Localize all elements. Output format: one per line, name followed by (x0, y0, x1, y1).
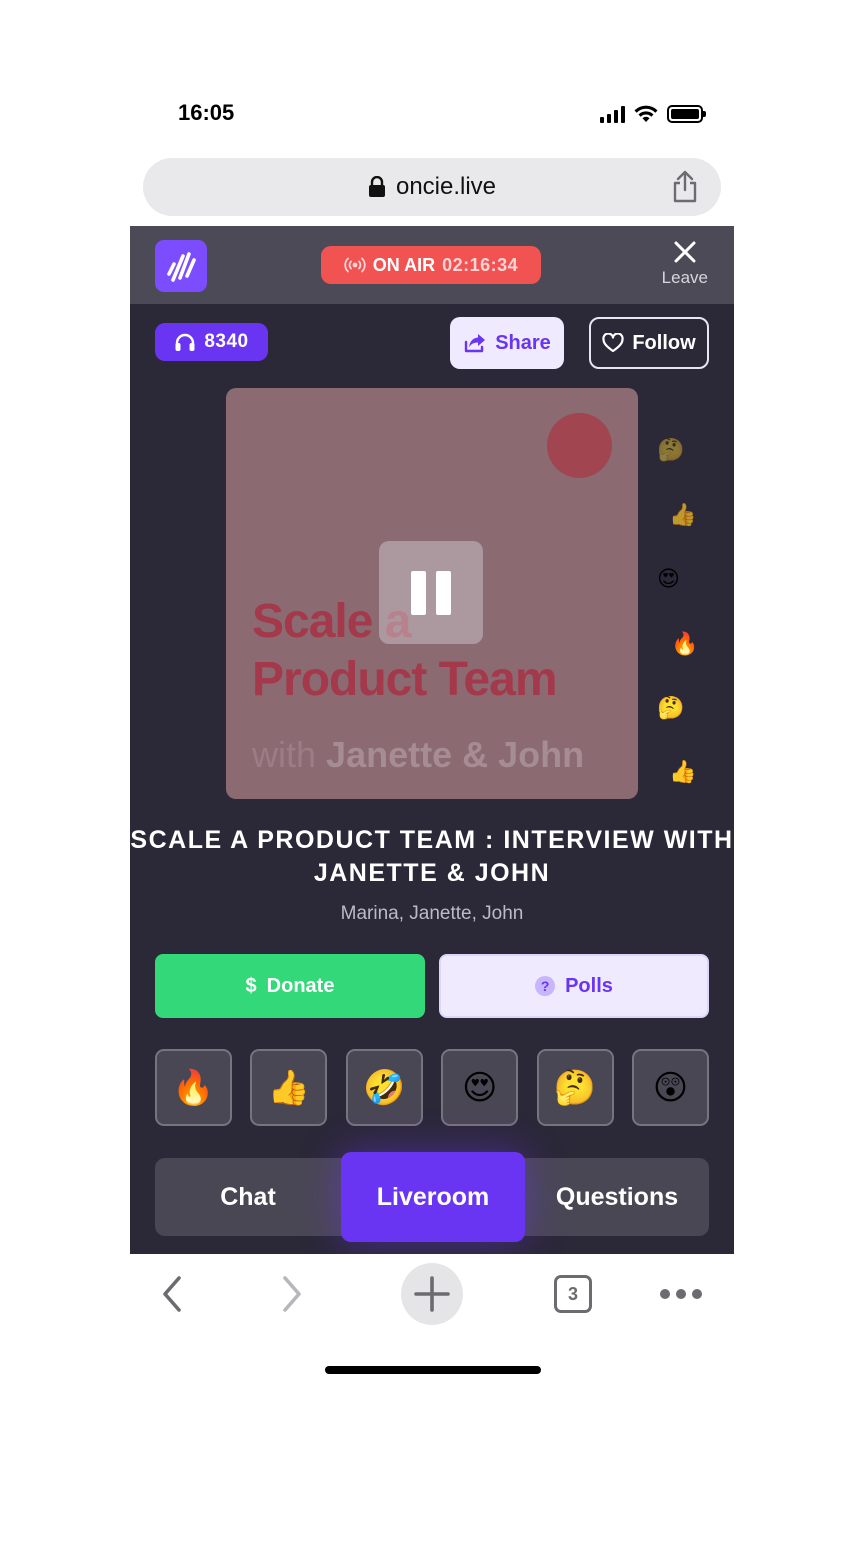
on-air-badge: ON AIR 02:16:34 (321, 246, 541, 284)
leave-label: Leave (661, 268, 708, 287)
dollar-icon: $ (245, 974, 257, 997)
reaction-heart-eyes-button[interactable]: 😍 (441, 1049, 519, 1126)
tab-liveroom[interactable]: Liveroom (341, 1152, 525, 1242)
reaction-thumbs-up-button[interactable]: 👍 (250, 1049, 328, 1126)
tab-chat[interactable]: Chat (155, 1158, 341, 1236)
share-label: Share (495, 331, 551, 354)
chevron-left-icon (163, 1276, 181, 1312)
floating-reaction: 🤔 (657, 438, 685, 463)
signal-icon (600, 105, 625, 123)
floating-reaction: 😍 (657, 567, 680, 592)
url-text: oncie.live (395, 173, 497, 200)
share-icon (465, 334, 486, 353)
heart-icon (602, 333, 624, 353)
tab-count: 3 (554, 1275, 592, 1313)
home-indicator (325, 1366, 541, 1374)
episode-cover: Scale a Product Team with Janette & John (226, 388, 638, 799)
pause-icon-bar (411, 570, 426, 615)
reaction-thinking-button[interactable]: 🤔 (536, 1049, 614, 1126)
address-bar[interactable]: oncie.live (143, 158, 721, 216)
wifi-icon (634, 105, 658, 122)
cover-subtitle: with Janette & John (252, 734, 584, 776)
reaction-bar: 🔥 👍 🤣 😍 🤔 😲 (155, 1049, 709, 1126)
pause-icon-bar (436, 570, 451, 615)
battery-icon (667, 105, 706, 123)
tabs-button[interactable]: 3 (553, 1254, 593, 1334)
leave-button[interactable]: Leave (662, 240, 708, 288)
headphones-icon (175, 333, 195, 351)
on-air-timer: 02:16:34 (442, 254, 519, 275)
chevron-right-icon (283, 1276, 301, 1312)
reaction-astonished-button[interactable]: 😲 (631, 1049, 709, 1126)
show-title: SCALE A PRODUCT TEAM : INTERVIEW WITH JA… (130, 826, 734, 887)
cover-subtitle-prefix: with (252, 734, 317, 775)
logo-icon (167, 252, 196, 282)
back-button[interactable] (152, 1254, 192, 1334)
reaction-fire-button[interactable]: 🔥 (155, 1049, 232, 1126)
reaction-laughing-button[interactable]: 🤣 (345, 1049, 423, 1126)
listeners-badge: 8340 (155, 323, 268, 361)
cover-title-line2: Product Team (252, 653, 557, 706)
cover-subtitle-names: Janette & John (326, 734, 585, 775)
lock-icon (368, 176, 385, 197)
floating-reaction: 🤔 (657, 696, 685, 721)
app-header: ON AIR 02:16:34 Leave (130, 226, 734, 304)
status-icons (600, 104, 706, 124)
donate-button[interactable]: $ Donate (155, 954, 425, 1018)
more-dots-icon (660, 1289, 702, 1299)
status-time: 16:05 (178, 100, 235, 125)
pause-button[interactable] (379, 541, 483, 644)
app-frame: ON AIR 02:16:34 Leave 8340 Share Follow (130, 226, 734, 1254)
on-air-label: ON AIR (372, 254, 436, 275)
forward-button[interactable] (272, 1254, 312, 1334)
show-hosts: Marina, Janette, John (340, 903, 524, 924)
question-icon: ? (535, 976, 556, 996)
more-button[interactable] (658, 1254, 704, 1334)
cover-decoration (547, 413, 612, 478)
close-icon (674, 241, 696, 263)
polls-button[interactable]: ? Polls (439, 954, 709, 1018)
floating-reaction: 👍 (669, 503, 697, 528)
new-tab-button[interactable] (401, 1254, 463, 1334)
oncie-logo[interactable] (155, 240, 207, 292)
donate-label: Donate (266, 974, 335, 997)
browser-toolbar: 3 (130, 1254, 734, 1334)
tab-questions[interactable]: Questions (525, 1158, 709, 1236)
share-button[interactable]: Share (450, 317, 564, 369)
floating-reaction: 🔥 (671, 632, 699, 657)
floating-reaction: 👍 (669, 760, 697, 785)
plus-icon (414, 1276, 450, 1312)
room-tabs: Chat Liveroom Questions (155, 1152, 709, 1242)
browser-share-icon[interactable] (671, 170, 699, 204)
broadcast-icon (344, 257, 366, 273)
polls-label: Polls (565, 974, 613, 997)
follow-label: Follow (632, 331, 696, 354)
follow-button[interactable]: Follow (589, 317, 709, 369)
listeners-count: 8340 (204, 331, 249, 352)
